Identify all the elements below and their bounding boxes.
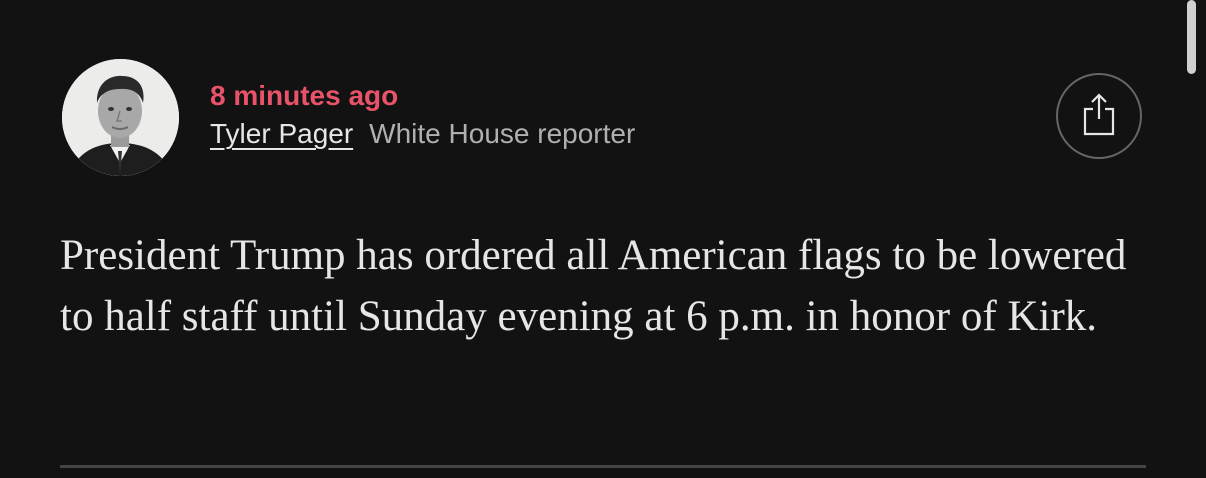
timestamp: 8 minutes ago xyxy=(210,80,399,111)
divider xyxy=(60,465,1146,468)
author-role: White House reporter xyxy=(369,118,636,149)
share-icon xyxy=(1082,92,1116,141)
post-meta: 8 minutes ago Tyler Pager White House rep… xyxy=(210,78,635,152)
post-body: President Trump has ordered all American… xyxy=(60,232,1127,340)
author-name-link[interactable]: Tyler Pager xyxy=(210,118,353,149)
share-button[interactable] xyxy=(1056,73,1142,159)
scrollbar-thumb[interactable] xyxy=(1187,0,1196,74)
author-avatar[interactable] xyxy=(62,59,179,176)
byline: Tyler Pager White House reporter xyxy=(210,116,635,152)
scrollbar[interactable] xyxy=(1187,0,1202,478)
